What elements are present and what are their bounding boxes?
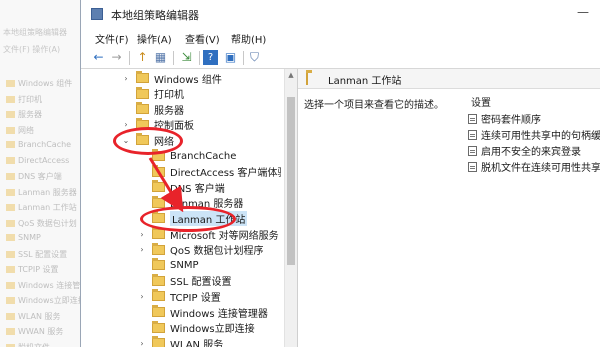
red-arrow-icon: [148, 157, 184, 213]
